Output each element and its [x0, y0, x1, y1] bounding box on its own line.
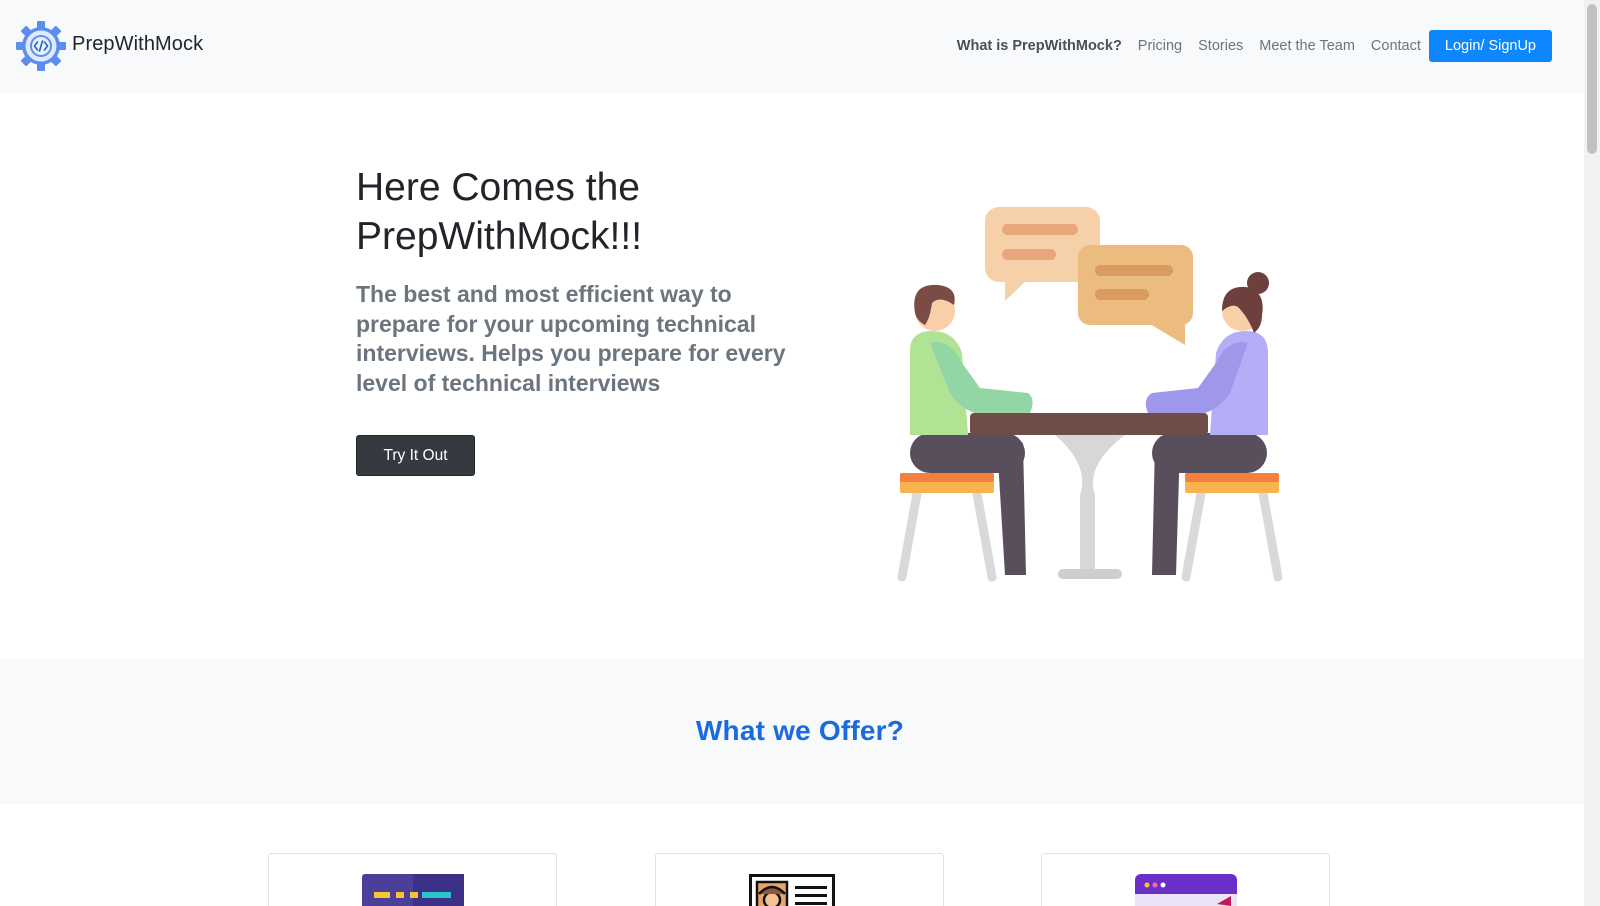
hero-title: Here Comes the PrepWithMock!!! [356, 163, 836, 261]
nav-item-what-is[interactable]: What is PrepWithMock? [949, 38, 1130, 54]
offer-title: What we Offer? [695, 715, 905, 746]
hero-title-line2: PrepWithMock!!! [356, 215, 643, 258]
scrollbar-thumb[interactable] [1587, 4, 1597, 154]
offer-cards [0, 804, 1600, 906]
nav-links: What is PrepWithMock? Pricing Stories Me… [949, 30, 1552, 62]
page-scrollbar[interactable] [1584, 0, 1600, 906]
offer-card-3[interactable] [1041, 853, 1330, 906]
brand-link[interactable]: PrepWithMock [16, 19, 203, 73]
code-gear-icon [16, 21, 66, 71]
offer-card-1[interactable] [268, 853, 557, 906]
try-it-out-button[interactable]: Try It Out [356, 435, 475, 476]
offer-section: What we Offer? [0, 659, 1600, 804]
code-editor-icon [362, 874, 464, 906]
hero-subtitle: The best and most efficient way to prepa… [356, 281, 786, 396]
hero-section: Here Comes the PrepWithMock!!! The best … [0, 93, 1600, 659]
top-navbar: PrepWithMock What is PrepWithMock? Prici… [0, 0, 1600, 93]
mock-interview-illustration [897, 207, 1283, 582]
login-signup-button[interactable]: Login/ SignUp [1428, 30, 1552, 62]
hero-title-line1: Here Comes the [356, 166, 640, 209]
brand-name: PrepWithMock [72, 33, 204, 55]
resume-profile-icon [749, 874, 835, 906]
offer-card-2[interactable] [655, 853, 944, 906]
browser-window-icon [1135, 874, 1237, 906]
nav-item-team[interactable]: Meet the Team [1251, 38, 1363, 54]
nav-item-pricing[interactable]: Pricing [1130, 38, 1190, 54]
nav-item-contact[interactable]: Contact [1363, 38, 1429, 54]
nav-item-stories[interactable]: Stories [1190, 38, 1251, 54]
